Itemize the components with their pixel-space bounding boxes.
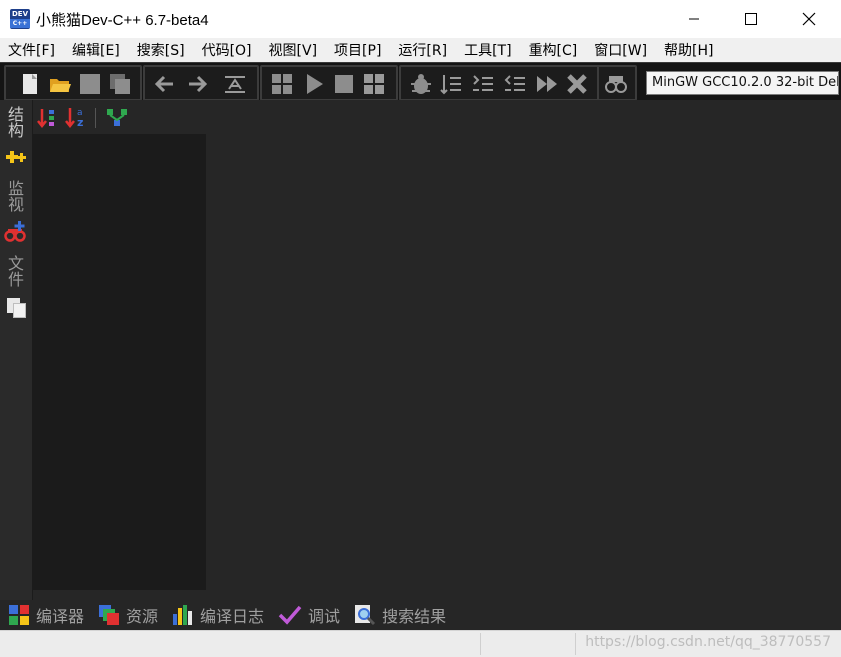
stop-debug-icon[interactable] xyxy=(565,72,589,96)
status-divider xyxy=(575,633,576,655)
toolbar-watch-group xyxy=(597,65,637,101)
sort-alphabetical-icon[interactable]: a z xyxy=(65,105,89,129)
debug-bug-icon[interactable] xyxy=(409,72,433,96)
back-arrow-icon[interactable] xyxy=(153,72,177,96)
step-over-icon[interactable] xyxy=(439,72,463,96)
save-all-icon[interactable] xyxy=(108,72,132,96)
app-icon: DEV C++ xyxy=(10,9,30,29)
tab-debug-label: 调试 xyxy=(308,607,341,626)
app-icon-text: DEV xyxy=(11,10,28,18)
watch-add-icon[interactable] xyxy=(4,220,28,244)
tab-compiler[interactable]: 编译器 xyxy=(8,603,84,627)
minimize-icon xyxy=(689,18,699,20)
menu-run[interactable]: 运行[R] xyxy=(390,40,453,60)
menu-search[interactable]: 搜索[S] xyxy=(129,40,191,60)
add-watch-icon[interactable] xyxy=(604,72,628,96)
tab-compiler-label: 编译器 xyxy=(36,607,85,626)
main-toolbar: MinGW GCC10.2.0 32-bit Debug xyxy=(0,62,841,101)
maximize-button[interactable] xyxy=(722,0,780,38)
bottom-tab-bar: 编译器 资源 编译日志 调试 搜索结果 xyxy=(0,600,841,630)
menu-refactor[interactable]: 重构[C] xyxy=(521,40,584,60)
toolbar-divider xyxy=(95,108,96,128)
tab-watch[interactable]: 监视 xyxy=(5,180,26,212)
maximize-icon xyxy=(745,13,757,25)
compile-icon[interactable] xyxy=(270,72,294,96)
tab-compile-log[interactable]: 编译日志 xyxy=(172,603,264,627)
watermark-text: https://blog.csdn.net/qq_38770557 xyxy=(585,634,831,650)
menu-view[interactable]: 视图[V] xyxy=(261,40,324,60)
debug-check-icon xyxy=(278,605,302,625)
menu-edit[interactable]: 编辑[E] xyxy=(64,40,126,60)
step-out-icon[interactable] xyxy=(503,72,527,96)
svg-text:z: z xyxy=(77,116,83,129)
menu-help[interactable]: 帮助[H] xyxy=(656,40,719,60)
close-button[interactable] xyxy=(780,0,838,38)
sort-by-type-icon[interactable] xyxy=(37,107,57,129)
run-icon[interactable] xyxy=(302,72,326,96)
app-icon-sub: C++ xyxy=(10,19,30,28)
menu-project[interactable]: 项目[P] xyxy=(326,40,387,60)
class-add-icon[interactable] xyxy=(5,148,27,166)
tab-search-results-label: 搜索结果 xyxy=(382,607,447,626)
class-browser-toolbar: a z xyxy=(33,100,206,134)
tab-files[interactable]: 文件 xyxy=(5,255,26,287)
save-icon[interactable] xyxy=(78,72,102,96)
minimize-button[interactable] xyxy=(665,0,723,38)
open-folder-icon[interactable] xyxy=(48,72,72,96)
step-into-icon[interactable] xyxy=(471,72,495,96)
toolbar-build-group xyxy=(260,65,398,101)
menu-code[interactable]: 代码[O] xyxy=(194,40,258,60)
resource-icon xyxy=(99,605,120,625)
title-bar: DEV C++ 小熊猫Dev-C++ 6.7-beta4 xyxy=(0,0,841,39)
tab-resource[interactable]: 资源 xyxy=(98,603,158,627)
menu-bar: 文件[F] 编辑[E] 搜索[S] 代码[O] 视图[V] 项目[P] 运行[R… xyxy=(0,38,841,62)
tab-structure[interactable]: 结构 xyxy=(5,106,26,138)
files-icon[interactable] xyxy=(5,296,29,320)
compile-run-icon[interactable] xyxy=(332,72,356,96)
search-results-icon xyxy=(355,605,376,626)
tab-search-results[interactable]: 搜索结果 xyxy=(354,603,446,627)
compile-log-icon xyxy=(173,605,193,625)
menu-tools[interactable]: 工具[T] xyxy=(456,40,517,60)
rebuild-icon[interactable] xyxy=(362,72,386,96)
toolbar-file-group xyxy=(4,65,142,101)
tab-resource-label: 资源 xyxy=(126,607,159,626)
compiler-select[interactable]: MinGW GCC10.2.0 32-bit Debug xyxy=(646,71,839,95)
menu-file[interactable]: 文件[F] xyxy=(0,40,61,60)
forward-arrow-icon[interactable] xyxy=(185,72,209,96)
left-tab-strip: 结构 监视 文件 xyxy=(0,100,33,600)
editor-area[interactable] xyxy=(206,100,841,600)
toolbar-nav-group xyxy=(143,65,259,101)
close-icon xyxy=(802,12,816,26)
tab-debug[interactable]: 调试 xyxy=(278,603,340,627)
continue-icon[interactable] xyxy=(535,72,559,96)
toolbar-debug-group xyxy=(399,65,601,101)
status-divider xyxy=(480,633,481,655)
show-inherited-icon[interactable] xyxy=(105,107,129,129)
window-title: 小熊猫Dev-C++ 6.7-beta4 xyxy=(36,12,209,29)
new-file-icon[interactable] xyxy=(18,72,42,96)
class-browser-panel[interactable] xyxy=(33,100,206,590)
compiler-icon xyxy=(9,605,29,625)
format-code-icon[interactable] xyxy=(223,72,247,96)
tab-compile-log-label: 编译日志 xyxy=(200,607,265,626)
menu-window[interactable]: 窗口[W] xyxy=(586,40,653,60)
